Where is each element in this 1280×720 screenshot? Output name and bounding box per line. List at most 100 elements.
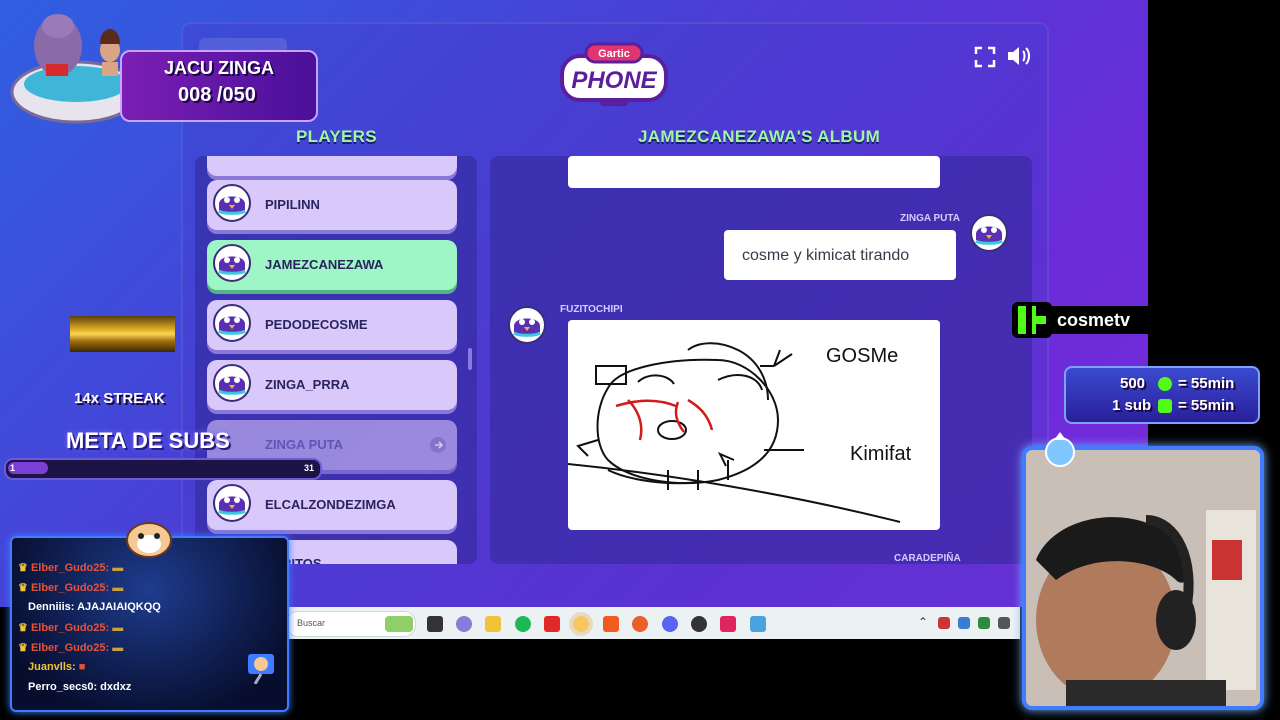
settings-icon[interactable] [456,616,472,632]
chat-line: ♛ Elber_Gudo25: ▬ [18,621,123,634]
chat-username: Juanvlls: [28,661,76,673]
chat-message: AJAJAIAIQKQQ [77,601,161,613]
user-avatar-icon [970,214,1008,252]
player-card[interactable]: ELCALZONDEZIMGA [207,480,457,530]
player-card-active[interactable]: JAMEZCANEZAWA [207,240,457,290]
chat-line: Juanvlls: ■ [28,661,85,673]
webcam-feed [1022,446,1264,710]
meta-subs-title: META DE SUBS [66,428,230,453]
message-username: ZINGA PUTA [900,213,960,224]
drawing-canvas: GOSMe Kimifat [567,342,912,523]
firefox-icon[interactable] [632,616,648,632]
player-avatar-icon [213,484,251,522]
subs-bar-end: 31 [304,463,315,473]
players-scrollbar[interactable] [468,348,472,370]
players-header: PLAYERS [296,127,377,146]
kick-channel-badge: cosmetv [1012,300,1148,340]
emote-icon: ▬ [112,582,124,594]
player-avatar-icon [213,304,251,342]
leave-icon [430,437,446,453]
player-name: JAMEZCANEZAWA [265,257,384,272]
crown-icon: ♛ [18,642,28,654]
kick-amount: 500 [1120,375,1146,392]
emote-icon: ▬ [112,622,124,634]
subs-goal-bar [4,458,322,480]
player-card[interactable]: ZINGA_PRRA [207,360,457,410]
player-card[interactable]: PIPILINN [207,180,457,230]
kick-channel-name: cosmetv [1057,310,1131,330]
chat-message: dxdxz [100,681,132,693]
file-explorer-icon[interactable] [485,616,501,632]
chat-line: Denniiis: AJAJAIAIQKQQ [28,601,161,613]
sub-gift-icon [1158,399,1172,413]
chat-username: Elber_Gudo25: [30,562,110,574]
chat-username: Elber_Gudo25: [30,582,110,594]
streamer-silhouette [1036,515,1226,706]
player-avatar-icon [213,184,251,222]
sub-amount: 1 sub [1112,397,1152,414]
player-name: ZINGA_PRRA [265,377,350,392]
brave-icon[interactable] [603,616,619,632]
hamster-icon [126,522,172,558]
volume-icon[interactable] [1006,45,1032,67]
message-text: cosme y kimicat tirando [742,247,910,264]
kick-time: = 55min [1178,375,1235,392]
app-icon[interactable] [720,616,736,632]
chat-line: ♛ Elber_Gudo25: ▬ [18,641,123,654]
app-icon[interactable] [691,616,707,632]
drawing-bubble: GOSMe Kimifat [567,320,940,530]
taskbar-search-placeholder: Buscar [297,618,326,628]
tray-icon[interactable] [958,617,970,629]
emote-icon: ▬ [112,642,124,654]
chevron-up-icon[interactable]: ⌃ [918,615,928,629]
subs-bar-start: 1 [10,463,16,473]
player-name: PEDODECOSME [265,317,368,332]
player-avatar-icon [213,244,251,282]
chat-username: Perro_secs0: [28,681,98,693]
kick-logo-icon [1012,302,1052,338]
emote-icon: ■ [78,661,86,673]
app-icon[interactable] [544,616,560,632]
spotify-icon[interactable] [515,616,531,632]
crown-icon: ♛ [18,562,28,574]
user-avatar-icon [508,306,546,344]
album-header: JAMEZCANEZAWA'S ALBUM [638,127,881,146]
hamster-selfie-icon [248,654,274,684]
text-message-bubble: cosme y kimicat tirando [724,230,956,280]
player-card[interactable]: PEDODECOSME [207,300,457,350]
app-icon[interactable] [750,616,766,632]
gold-bar-graphic [70,316,175,352]
chat-username: Elber_Gudo25: [30,622,110,634]
sub-time: = 55min [1178,397,1235,414]
task-view-icon[interactable] [427,616,443,632]
players-panel: PIPILINN JAMEZCANEZAWA PEDODECOSME ZINGA… [195,156,477,564]
windows-taskbar: Buscar ⌃ [286,607,1020,639]
player-name: PIPILINN [265,197,320,212]
cam-frame-ornament [1045,432,1075,467]
chat-line: Perro_secs0: dxdxz [28,681,131,693]
jacu-title: JACU ZINGA [164,58,275,78]
message-username: CARADEPIÑA [894,553,961,564]
message-username: FUZITOCHIPI [560,304,623,315]
tray-icon[interactable] [998,617,1010,629]
streak-label: 14x STREAK [74,390,165,407]
tray-icon[interactable] [938,617,950,629]
chat-line: ♛ Elber_Gudo25: ▬ [18,581,123,594]
tray-icon[interactable] [978,617,990,629]
chat-username: Elber_Gudo25: [30,642,110,654]
sub-time-info: 500 = 55min 1 sub = 55min [1064,366,1260,424]
discord-icon[interactable] [662,616,678,632]
gartic-phone-logo: Gartic PHONE [560,42,668,106]
jacu-count: 008 /050 [178,84,256,106]
taskbar-search-box[interactable]: Buscar [286,611,416,637]
crown-icon: ♛ [18,622,28,634]
chat-username: Denniiis: [28,601,75,613]
previous-message-bubble [568,156,940,188]
drawing-label: Kimifat [850,443,912,465]
fullscreen-icon[interactable] [974,46,996,68]
logo-top-text: Gartic [598,48,630,60]
player-name: ELCALZONDEZIMGA [265,497,396,512]
album-panel: ZINGA PUTA cosme y kimicat tirando FUZIT… [490,156,1032,564]
player-name: ZINGA PUTA [265,437,343,452]
obs-icon[interactable] [573,616,589,632]
